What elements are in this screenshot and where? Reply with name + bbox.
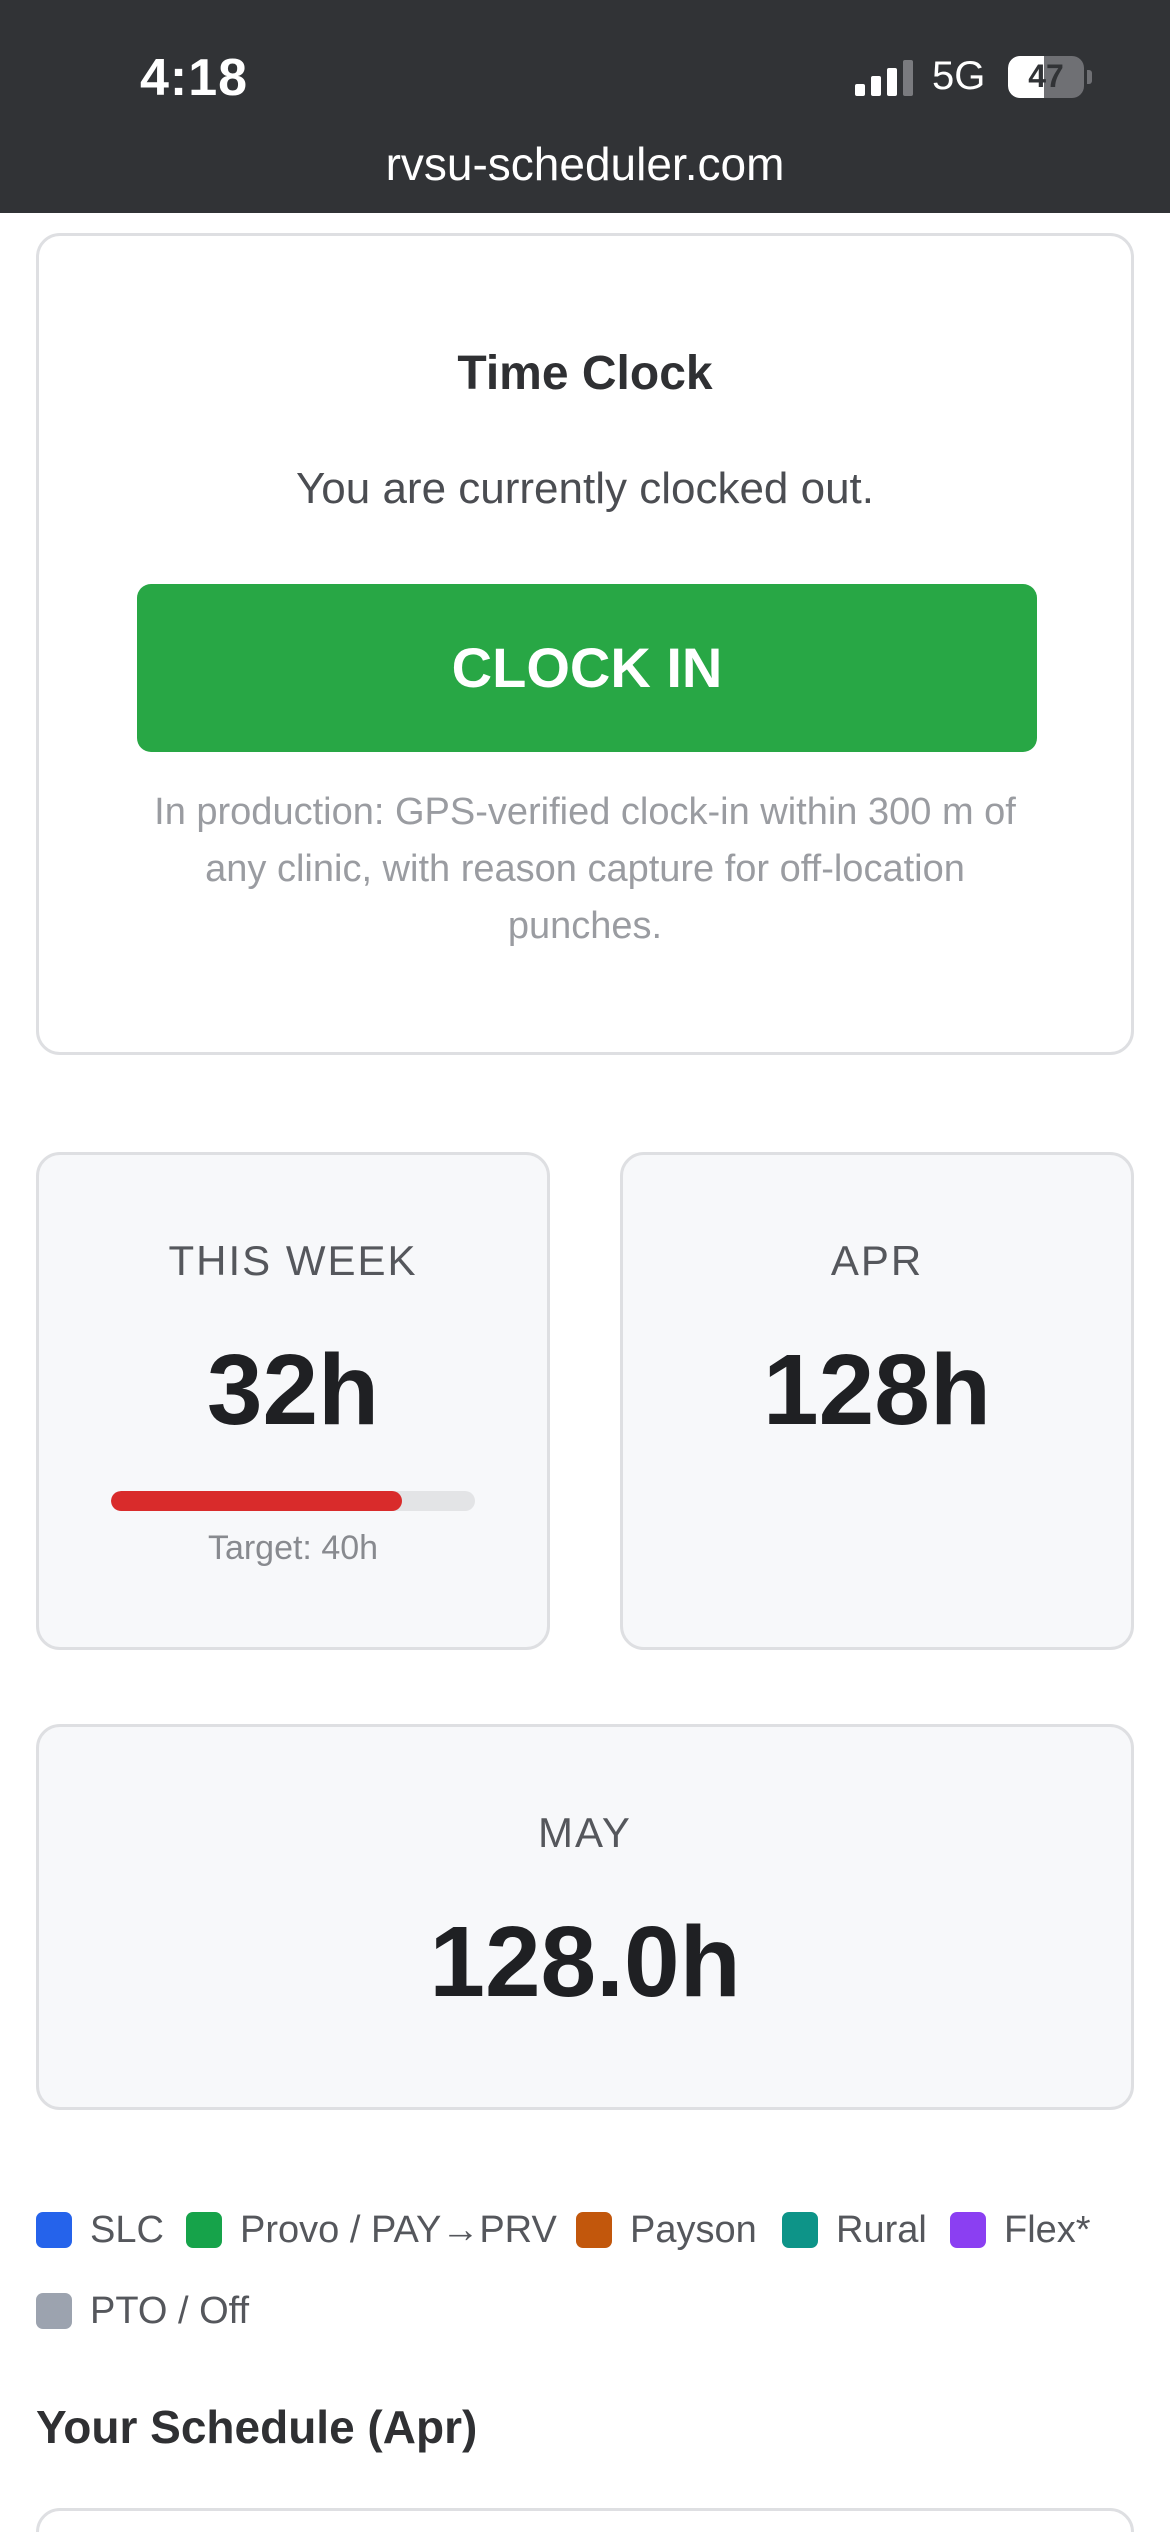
legend-item-provo: Provo / PAY→PRV bbox=[186, 2206, 557, 2254]
may-stat-card: MAY 128.0h bbox=[36, 1724, 1134, 2110]
legend-swatch-provo bbox=[186, 2212, 222, 2248]
weekly-progress-fill bbox=[111, 1491, 403, 1511]
legend-item-pto: PTO / Off bbox=[36, 2287, 249, 2335]
address-bar-url[interactable]: rvsu-scheduler.com bbox=[0, 137, 1170, 191]
legend-label-provo: Provo / PAY→PRV bbox=[240, 2208, 557, 2251]
network-type: 5G bbox=[932, 54, 986, 98]
weekly-target-text: Target: 40h bbox=[207, 1529, 379, 1567]
may-hours: 128.0h bbox=[429, 1906, 741, 2018]
may-label: MAY bbox=[538, 1809, 632, 1856]
legend-label-rural: Rural bbox=[836, 2208, 927, 2251]
legend-item-slc: SLC bbox=[36, 2206, 164, 2254]
weekly-progress-bar bbox=[111, 1491, 475, 1511]
legend-item-rural: Rural bbox=[782, 2206, 927, 2254]
schedule-section-title: Your Schedule (Apr) bbox=[36, 2401, 478, 2453]
time-clock-card: Time Clock You are currently clocked out… bbox=[36, 233, 1134, 1055]
this-week-hours: 32h bbox=[206, 1334, 380, 1446]
legend-label-pto: PTO / Off bbox=[90, 2289, 250, 2332]
april-hours: 128h bbox=[763, 1334, 991, 1446]
legend-label-flex: Flex* bbox=[1004, 2208, 1091, 2251]
browser-top-bar: 4:18 5G 47 rvsu-scheduler.com bbox=[0, 0, 1170, 213]
this-week-label: THIS WEEK bbox=[168, 1237, 418, 1284]
legend-swatch-pto bbox=[36, 2293, 72, 2329]
april-label: APR bbox=[830, 1237, 924, 1284]
schedule-list-card bbox=[36, 2508, 1134, 2532]
legend-swatch-rural bbox=[782, 2212, 818, 2248]
legend-item-flex: Flex* bbox=[950, 2206, 1091, 2254]
battery-nub bbox=[1087, 70, 1092, 84]
legend-swatch-payson bbox=[576, 2212, 612, 2248]
legend-swatch-slc bbox=[36, 2212, 72, 2248]
time-clock-title: Time Clock bbox=[457, 347, 713, 400]
status-time: 4:18 bbox=[140, 49, 249, 107]
clock-status-text: You are currently clocked out. bbox=[295, 464, 875, 513]
legend-label-payson: Payson bbox=[630, 2208, 757, 2251]
legend-swatch-flex bbox=[950, 2212, 986, 2248]
clock-in-button[interactable]: CLOCK IN bbox=[137, 584, 1037, 752]
this-week-stat-card: THIS WEEK 32h Target: 40h bbox=[36, 1152, 550, 1650]
april-stat-card: APR 128h bbox=[620, 1152, 1134, 1650]
legend-label-slc: SLC bbox=[90, 2208, 164, 2251]
battery-icon: 47 bbox=[1008, 56, 1084, 98]
battery-percentage: 47 bbox=[1028, 58, 1064, 94]
cellular-signal-icon bbox=[855, 60, 915, 96]
gps-note: In production: GPS-verified clock-in wit… bbox=[154, 791, 1016, 947]
legend-item-payson: Payson bbox=[576, 2206, 757, 2254]
